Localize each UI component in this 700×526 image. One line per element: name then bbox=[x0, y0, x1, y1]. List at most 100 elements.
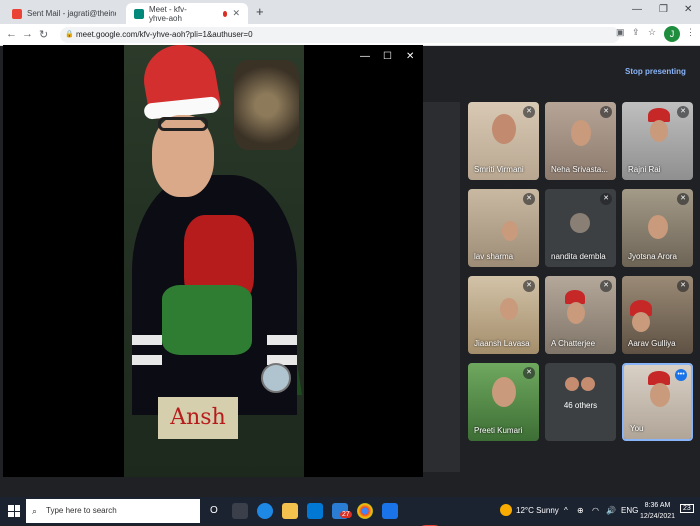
participant-face bbox=[571, 120, 591, 146]
language-indicator[interactable]: ENG bbox=[621, 506, 638, 515]
participant-face bbox=[650, 383, 670, 407]
minimize-popout-button[interactable]: — bbox=[360, 51, 370, 62]
mic-off-icon: ✕ bbox=[677, 193, 689, 205]
participant-name: Neha Srivasta... bbox=[551, 165, 608, 174]
presenter-video: Ansh bbox=[124, 45, 304, 477]
gmail-icon bbox=[12, 8, 22, 19]
tab-label: Meet - kfv-yhve-aoh bbox=[149, 4, 187, 23]
url-field[interactable]: 🔒 meet.google.com/kfv-yhve-aoh?pli=1&aut… bbox=[60, 27, 620, 43]
mic-off-icon: ✕ bbox=[600, 193, 612, 205]
tab-sent-mail[interactable]: Sent Mail - jagrati@theindiansch bbox=[4, 3, 124, 24]
participant-face bbox=[500, 298, 518, 320]
windows-start-icon[interactable] bbox=[8, 505, 20, 517]
sweater-green-graphic bbox=[162, 285, 252, 355]
recording-indicator-icon bbox=[222, 10, 228, 17]
weather-text[interactable]: 12°C Sunny bbox=[516, 506, 559, 515]
mic-off-icon: ✕ bbox=[677, 280, 689, 292]
close-popout-button[interactable]: ✕ bbox=[406, 51, 414, 62]
presenter-popout-window[interactable]: — ☐ ✕ Ansh bbox=[3, 45, 423, 477]
participant-name: Jiaansh Lavasa bbox=[474, 339, 530, 348]
participant-name: Jyotsna Arora bbox=[628, 252, 677, 261]
back-arrow-icon[interactable]: ← bbox=[6, 28, 17, 40]
multitask-icon[interactable] bbox=[232, 503, 248, 519]
mic-off-icon: ✕ bbox=[523, 106, 535, 118]
participant-tile[interactable]: ✕ Jyotsna Arora bbox=[622, 189, 693, 267]
maximize-window-button[interactable]: ❐ bbox=[659, 4, 668, 15]
others-tile[interactable]: 46 others bbox=[545, 363, 616, 441]
self-view-tile[interactable]: ••• You bbox=[622, 363, 693, 441]
participant-name: Aarav Gulliya bbox=[628, 339, 676, 348]
participant-face bbox=[492, 114, 516, 144]
address-bar-row: ← → ↻ 🔒 meet.google.com/kfv-yhve-aoh?pli… bbox=[0, 24, 700, 46]
edge-icon[interactable] bbox=[257, 503, 273, 519]
participant-name: Rajni Rai bbox=[628, 165, 661, 174]
chevron-up-icon[interactable]: ^ bbox=[564, 506, 568, 515]
participant-tile[interactable]: ✕ lav sharma bbox=[468, 189, 539, 267]
participant-name: Preeti Kumari bbox=[474, 426, 523, 435]
network-icon[interactable]: ⊕ bbox=[577, 506, 584, 515]
participant-face bbox=[502, 221, 518, 241]
taskbar-search-input[interactable]: ⌕ Type here to search bbox=[26, 499, 200, 523]
forward-arrow-icon[interactable]: → bbox=[22, 28, 33, 40]
others-count: 46 others bbox=[563, 401, 598, 410]
stop-presenting-button[interactable]: Stop presenting bbox=[625, 67, 686, 76]
glasses bbox=[158, 117, 208, 131]
tab-meet[interactable]: Meet - kfv-yhve-aoh ✕ bbox=[126, 3, 248, 24]
participant-tile[interactable]: ✕ Aarav Gulliya bbox=[622, 276, 693, 354]
participant-tile[interactable]: ✕ Jiaansh Lavasa bbox=[468, 276, 539, 354]
participant-tile[interactable]: ✕ nandita dembla bbox=[545, 189, 616, 267]
close-tab-icon[interactable]: ✕ bbox=[232, 8, 240, 19]
participant-tile[interactable]: ✕ Neha Srivasta... bbox=[545, 102, 616, 180]
mic-off-icon: ✕ bbox=[600, 280, 612, 292]
participant-tile[interactable]: ✕ Rajni Rai bbox=[622, 102, 693, 180]
sleeve-stripe bbox=[132, 335, 162, 345]
wifi-icon[interactable]: ◠ bbox=[592, 506, 599, 515]
close-window-button[interactable]: ✕ bbox=[684, 4, 692, 15]
mic-off-icon: ✕ bbox=[677, 106, 689, 118]
participant-face bbox=[492, 377, 516, 407]
mic-off-icon: ✕ bbox=[523, 367, 535, 379]
mic-off-icon: ✕ bbox=[523, 193, 535, 205]
others-avatars bbox=[565, 377, 595, 391]
file-explorer-icon[interactable] bbox=[282, 503, 298, 519]
participant-face bbox=[567, 302, 585, 324]
participant-name: A Chatterjee bbox=[551, 339, 596, 348]
menu-dots-icon[interactable]: ⋮ bbox=[686, 27, 695, 38]
audio-level-icon: ••• bbox=[675, 369, 687, 381]
sleeve-stripe bbox=[267, 335, 297, 345]
participant-name: You bbox=[630, 424, 644, 433]
weather-sun-icon bbox=[500, 504, 512, 516]
new-tab-button[interactable]: + bbox=[256, 4, 264, 19]
reload-icon[interactable]: ↻ bbox=[39, 28, 48, 41]
sleeve-stripe bbox=[132, 355, 162, 365]
presentation-background bbox=[420, 102, 460, 472]
minimize-window-button[interactable]: — bbox=[632, 4, 642, 15]
participant-tile[interactable]: ✕ Smriti Virmani bbox=[468, 102, 539, 180]
participant-face bbox=[650, 120, 668, 142]
notification-count[interactable]: 23 bbox=[680, 504, 694, 513]
url-text: meet.google.com/kfv-yhve-aoh?pli=1&authu… bbox=[76, 30, 253, 39]
nativity-decoration bbox=[234, 60, 299, 150]
avatar bbox=[570, 213, 590, 233]
volume-icon[interactable]: 🔊 bbox=[606, 506, 616, 515]
meet-app-icon[interactable] bbox=[382, 503, 398, 519]
participant-tile[interactable]: ✕ A Chatterjee bbox=[545, 276, 616, 354]
maximize-popout-button[interactable]: ☐ bbox=[383, 51, 392, 62]
mail-badge: 27 bbox=[340, 511, 352, 518]
mic-off-icon: ✕ bbox=[600, 106, 612, 118]
tab-label: Sent Mail - jagrati@theindiansch bbox=[27, 9, 116, 18]
share-icon[interactable]: ⇪ bbox=[632, 27, 640, 38]
bookmark-star-icon[interactable]: ☆ bbox=[648, 27, 656, 38]
search-icon: ⌕ bbox=[32, 506, 38, 516]
chrome-icon[interactable] bbox=[357, 503, 373, 519]
taskbar-clock[interactable]: 8:36 AM 12/24/2021 bbox=[640, 500, 675, 522]
participant-name: nandita dembla bbox=[551, 252, 606, 261]
participant-name: lav sharma bbox=[474, 252, 514, 261]
store-icon[interactable] bbox=[307, 503, 323, 519]
participant-tile[interactable]: ✕ Preeti Kumari bbox=[468, 363, 539, 441]
search-placeholder: Type here to search bbox=[46, 506, 117, 515]
profile-avatar[interactable]: J bbox=[664, 26, 680, 42]
camera-permission-icon[interactable]: ▣ bbox=[616, 27, 625, 38]
task-view-icon[interactable]: O bbox=[210, 505, 218, 516]
presenter-name-plate: Ansh bbox=[158, 397, 238, 439]
